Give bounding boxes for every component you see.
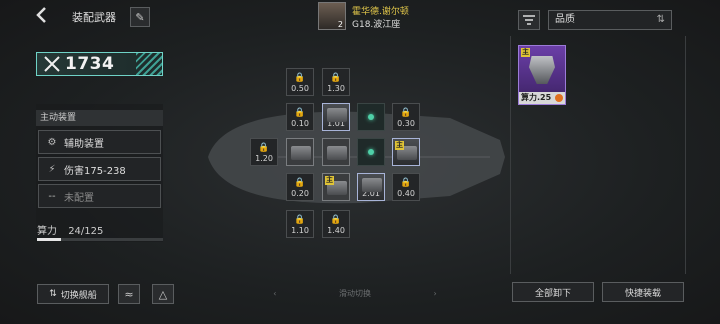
back-button[interactable] [34,6,56,28]
weapon-icon [327,146,347,160]
core-dot-icon [368,149,374,155]
grid-slot-locked[interactable]: 🔒 1.30 [322,68,350,96]
grid-slot-equipped-primary[interactable]: 主 [322,173,350,201]
section-title: 主动装置 [36,110,163,126]
unload-all-button[interactable]: 全部卸下 [512,282,594,302]
grid-slot-locked[interactable]: 🔒 0.10 [286,103,314,131]
chevron-left-icon: ‹ [273,289,277,298]
lock-icon: 🔒 [294,178,306,188]
quick-equip-button[interactable]: 快捷装载 [602,282,684,302]
quick-equip-label: 快捷装载 [624,288,661,299]
weapon-icon [529,56,555,84]
quality-label: 品质 [555,14,575,25]
item-caption: 算力.25 [519,92,565,104]
pen-icon: ✎ [135,10,145,24]
filter-button[interactable] [518,10,540,30]
weapon-icon [327,108,347,122]
switch-ship-button[interactable]: ⇅ 切换舰船 [37,284,109,304]
formation-button[interactable]: △ [152,284,174,304]
slot-value: 1.30 [327,84,345,93]
slot-label: 伤害175-238 [64,165,126,177]
lock-icon: 🔒 [400,178,412,188]
unload-all-label: 全部卸下 [534,288,571,299]
grid-slot-locked[interactable]: 🔒 0.30 [392,103,420,131]
primary-badge: 主 [395,141,404,150]
slot-assist-device[interactable]: ⚙ 辅助装置 [38,130,161,154]
grid-slot-locked[interactable]: 🔒 1.20 [250,138,278,166]
primary-badge: 主 [325,176,334,185]
slot-value: 1.40 [327,226,345,235]
grid-slot-core[interactable] [357,138,385,166]
slot-damage[interactable]: ⚡ 伤害175-238 [38,157,161,181]
item-caption-text: 算力.25 [521,93,552,102]
grid-slot-locked[interactable]: 🔒 0.40 [392,173,420,201]
slot-label: 未配置 [64,192,94,204]
slot-value: 0.10 [291,119,309,128]
wave-icon: ≈ [124,287,134,301]
dash-icon: -- [48,190,56,202]
sort-icon[interactable]: ⇅ [657,11,665,29]
slot-value: 0.30 [397,119,415,128]
calc-label: 算力 [37,226,57,237]
ship-silhouette [208,111,505,204]
crossed-swords-icon [44,56,60,72]
calc-value: 24/125 [68,226,104,237]
inventory-item[interactable]: 主 算力.25 [518,45,566,105]
power-decoration [136,53,162,75]
lock-icon: 🔒 [258,143,270,153]
slot-value: 1.20 [255,154,273,163]
player-level: 2 [337,20,343,29]
assist-device-icon: ⚙ [47,136,57,148]
slot-value: 0.20 [291,189,309,198]
lock-icon: 🔒 [294,215,306,225]
triangle-icon: △ [158,287,168,301]
filter-icon [523,15,535,25]
lock-icon: 🔒 [330,215,342,225]
swipe-hint-text: 滑动切换 [339,289,371,298]
weapon-icon [291,146,311,160]
swap-icon: ⇅ [49,289,57,299]
grid-slot-locked[interactable]: 🔒 1.40 [322,210,350,238]
grid-slot-equipped-primary[interactable]: 主 [392,138,420,166]
slot-value: 1.10 [291,226,309,235]
slot-empty[interactable]: -- 未配置 [38,184,161,208]
grid-slot-locked[interactable]: 🔒 0.50 [286,68,314,96]
slot-value: 0.40 [397,189,415,198]
lock-icon: 🔒 [400,108,412,118]
weapon-view-button[interactable]: ≈ [118,284,140,304]
avatar[interactable]: 2 [318,2,346,30]
grid-slot-equipped[interactable] [322,138,350,166]
grid-slot-core[interactable] [357,103,385,131]
primary-badge: 主 [521,48,530,57]
grid-slot-locked[interactable]: 🔒 1.10 [286,210,314,238]
slot-value: 0.50 [291,84,309,93]
calc-progress-bar [37,238,163,241]
power-display: 1734 [36,52,163,76]
player-name: 霍华德.谢尔顿 [352,7,409,17]
player-galaxy: G18.波江座 [352,20,401,30]
edit-button[interactable]: ✎ [130,7,150,27]
calc-power: 算力 24/125 [37,222,103,237]
grid-slot-equipped[interactable]: 2.01 [357,173,385,201]
switch-ship-label: 切换舰船 [60,290,97,301]
lock-icon: 🔒 [294,73,306,83]
grid-slot-equipped[interactable] [286,138,314,166]
grid-slot-equipped[interactable]: 1.01 [322,103,350,131]
chevron-right-icon: › [433,289,437,298]
page-title: 装配武器 [72,11,116,24]
core-dot-icon [368,114,374,120]
lock-icon: 🔒 [330,73,342,83]
swipe-hint: ‹ 滑动切换 › [240,288,470,299]
item-status-icon [555,94,563,102]
calc-progress-fill [37,238,61,241]
chevron-left-icon [36,7,46,23]
grid-slot-locked[interactable]: 🔒 0.20 [286,173,314,201]
quality-dropdown[interactable]: 品质 ⇅ [548,10,672,30]
damage-icon: ⚡ [48,163,56,175]
slot-label: 辅助装置 [64,138,104,150]
power-value: 1734 [65,54,115,74]
lock-icon: 🔒 [294,108,306,118]
weapon-icon [362,178,382,192]
